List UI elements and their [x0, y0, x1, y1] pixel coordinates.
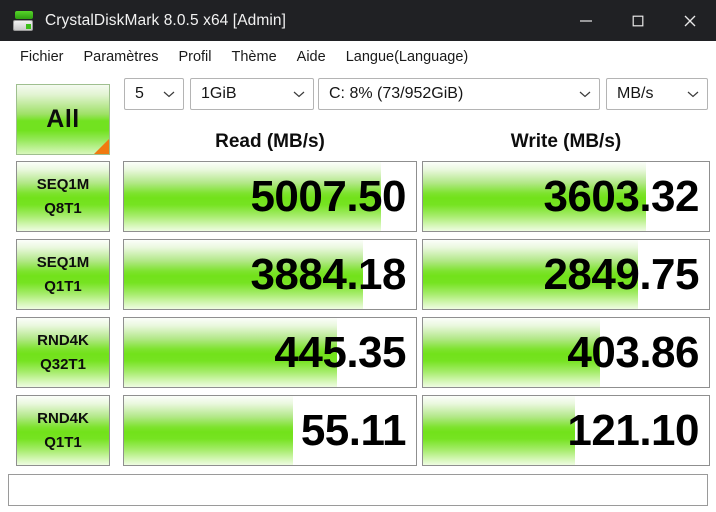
write-result-seq1m-q1t1[interactable]: 2849.75 [422, 239, 710, 310]
test-label-rnd4k-q32t1[interactable]: RND4K Q32T1 [16, 317, 110, 388]
read-result-rnd4k-q32t1[interactable]: 445.35 [123, 317, 417, 388]
write-result-seq1m-q8t1[interactable]: 3603.32 [422, 161, 710, 232]
read-result-seq1m-q8t1[interactable]: 5007.50 [123, 161, 417, 232]
read-value: 55.11 [300, 405, 407, 455]
write-value: 2849.75 [543, 249, 699, 299]
read-bar-fill [124, 396, 294, 465]
test-label-seq1m-q1t1[interactable]: SEQ1M Q1T1 [16, 239, 110, 310]
test-label-rnd4k-q1t1[interactable]: RND4K Q1T1 [16, 395, 110, 466]
test-label-line2: Q8T1 [44, 199, 82, 217]
write-result-rnd4k-q32t1[interactable]: 403.86 [422, 317, 710, 388]
test-label-seq1m-q8t1[interactable]: SEQ1M Q8T1 [16, 161, 110, 232]
write-value: 121.10 [567, 405, 699, 455]
read-result-rnd4k-q1t1[interactable]: 55.11 [123, 395, 417, 466]
test-label-line1: RND4K [37, 332, 89, 350]
test-label-line2: Q1T1 [44, 433, 82, 451]
results-grid: SEQ1M Q8T1 5007.50 3603.32 SEQ1M Q1T1 38… [0, 0, 716, 512]
read-value: 3884.18 [250, 249, 406, 299]
comment-input[interactable] [8, 474, 708, 506]
write-value: 3603.32 [543, 171, 699, 221]
test-label-line1: SEQ1M [36, 254, 90, 272]
test-label-line2: Q1T1 [44, 277, 82, 295]
read-value: 445.35 [274, 327, 406, 377]
test-label-line1: RND4K [37, 410, 89, 428]
read-result-seq1m-q1t1[interactable]: 3884.18 [123, 239, 417, 310]
write-result-rnd4k-q1t1[interactable]: 121.10 [422, 395, 710, 466]
test-label-line2: Q32T1 [40, 355, 86, 373]
write-value: 403.86 [567, 327, 699, 377]
test-label-line1: SEQ1M [36, 176, 90, 194]
read-value: 5007.50 [250, 171, 406, 221]
write-bar-fill [423, 396, 575, 465]
